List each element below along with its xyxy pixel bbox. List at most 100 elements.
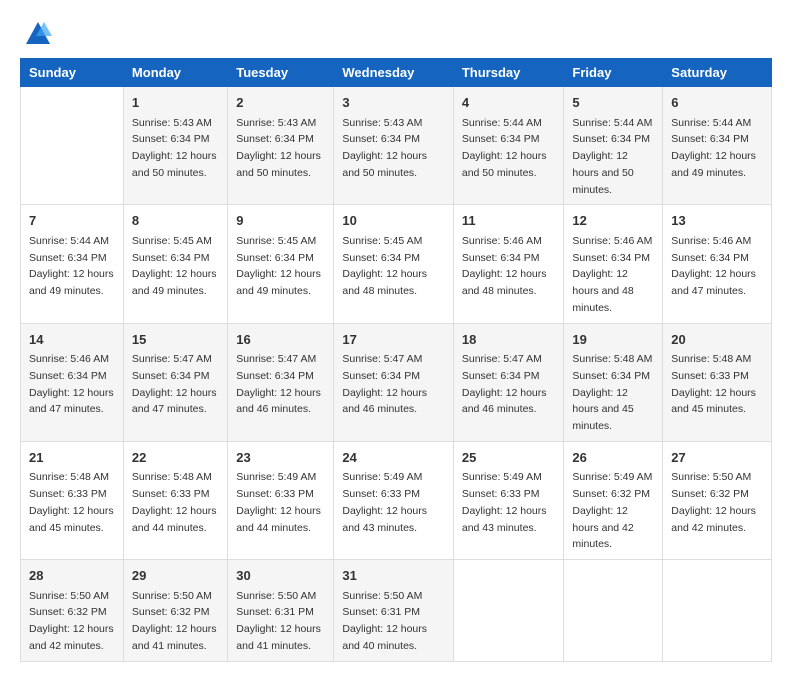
sunset-text: Sunset: 6:34 PM bbox=[572, 133, 650, 145]
calendar-cell: 3 Sunrise: 5:43 AM Sunset: 6:34 PM Dayli… bbox=[334, 87, 454, 205]
day-number: 26 bbox=[572, 448, 654, 468]
day-number: 29 bbox=[132, 566, 219, 586]
sunset-text: Sunset: 6:34 PM bbox=[462, 252, 540, 264]
daylight-text: Daylight: 12 hours and 45 minutes. bbox=[572, 387, 633, 433]
calendar-cell bbox=[453, 560, 564, 662]
daylight-text: Daylight: 12 hours and 47 minutes. bbox=[132, 387, 217, 416]
sunrise-text: Sunrise: 5:46 AM bbox=[29, 353, 109, 365]
daylight-text: Daylight: 12 hours and 43 minutes. bbox=[342, 505, 427, 534]
calendar-table: SundayMondayTuesdayWednesdayThursdayFrid… bbox=[20, 58, 772, 662]
day-number: 3 bbox=[342, 93, 445, 113]
calendar-cell: 9 Sunrise: 5:45 AM Sunset: 6:34 PM Dayli… bbox=[228, 205, 334, 323]
sunrise-text: Sunrise: 5:50 AM bbox=[236, 590, 316, 602]
sunrise-text: Sunrise: 5:48 AM bbox=[572, 353, 652, 365]
daylight-text: Daylight: 12 hours and 50 minutes. bbox=[342, 150, 427, 179]
daylight-text: Daylight: 12 hours and 50 minutes. bbox=[132, 150, 217, 179]
daylight-text: Daylight: 12 hours and 46 minutes. bbox=[462, 387, 547, 416]
daylight-text: Daylight: 12 hours and 48 minutes. bbox=[342, 268, 427, 297]
calendar-week-row: 21 Sunrise: 5:48 AM Sunset: 6:33 PM Dayl… bbox=[21, 441, 772, 559]
sunrise-text: Sunrise: 5:46 AM bbox=[462, 235, 542, 247]
sunset-text: Sunset: 6:34 PM bbox=[29, 252, 107, 264]
calendar-cell: 15 Sunrise: 5:47 AM Sunset: 6:34 PM Dayl… bbox=[123, 323, 227, 441]
sunrise-text: Sunrise: 5:44 AM bbox=[671, 117, 751, 129]
calendar-week-row: 7 Sunrise: 5:44 AM Sunset: 6:34 PM Dayli… bbox=[21, 205, 772, 323]
calendar-cell: 12 Sunrise: 5:46 AM Sunset: 6:34 PM Dayl… bbox=[564, 205, 663, 323]
daylight-text: Daylight: 12 hours and 47 minutes. bbox=[671, 268, 756, 297]
daylight-text: Daylight: 12 hours and 47 minutes. bbox=[29, 387, 114, 416]
daylight-text: Daylight: 12 hours and 49 minutes. bbox=[29, 268, 114, 297]
sunset-text: Sunset: 6:34 PM bbox=[132, 133, 210, 145]
sunrise-text: Sunrise: 5:45 AM bbox=[236, 235, 316, 247]
daylight-text: Daylight: 12 hours and 50 minutes. bbox=[572, 150, 633, 196]
sunrise-text: Sunrise: 5:49 AM bbox=[462, 471, 542, 483]
logo bbox=[20, 20, 52, 48]
sunset-text: Sunset: 6:34 PM bbox=[132, 370, 210, 382]
sunset-text: Sunset: 6:33 PM bbox=[236, 488, 314, 500]
sunset-text: Sunset: 6:32 PM bbox=[132, 606, 210, 618]
calendar-cell: 6 Sunrise: 5:44 AM Sunset: 6:34 PM Dayli… bbox=[663, 87, 772, 205]
sunrise-text: Sunrise: 5:48 AM bbox=[132, 471, 212, 483]
sunrise-text: Sunrise: 5:43 AM bbox=[236, 117, 316, 129]
calendar-cell: 18 Sunrise: 5:47 AM Sunset: 6:34 PM Dayl… bbox=[453, 323, 564, 441]
header-thursday: Thursday bbox=[453, 59, 564, 87]
calendar-cell: 31 Sunrise: 5:50 AM Sunset: 6:31 PM Dayl… bbox=[334, 560, 454, 662]
daylight-text: Daylight: 12 hours and 44 minutes. bbox=[236, 505, 321, 534]
daylight-text: Daylight: 12 hours and 42 minutes. bbox=[671, 505, 756, 534]
day-number: 30 bbox=[236, 566, 325, 586]
daylight-text: Daylight: 12 hours and 49 minutes. bbox=[132, 268, 217, 297]
sunset-text: Sunset: 6:34 PM bbox=[236, 133, 314, 145]
day-number: 23 bbox=[236, 448, 325, 468]
calendar-week-row: 1 Sunrise: 5:43 AM Sunset: 6:34 PM Dayli… bbox=[21, 87, 772, 205]
sunset-text: Sunset: 6:34 PM bbox=[462, 133, 540, 145]
sunset-text: Sunset: 6:32 PM bbox=[29, 606, 107, 618]
calendar-cell: 24 Sunrise: 5:49 AM Sunset: 6:33 PM Dayl… bbox=[334, 441, 454, 559]
sunset-text: Sunset: 6:34 PM bbox=[342, 252, 420, 264]
sunrise-text: Sunrise: 5:47 AM bbox=[132, 353, 212, 365]
day-number: 10 bbox=[342, 211, 445, 231]
day-number: 21 bbox=[29, 448, 115, 468]
calendar-cell: 4 Sunrise: 5:44 AM Sunset: 6:34 PM Dayli… bbox=[453, 87, 564, 205]
calendar-cell: 23 Sunrise: 5:49 AM Sunset: 6:33 PM Dayl… bbox=[228, 441, 334, 559]
sunset-text: Sunset: 6:32 PM bbox=[572, 488, 650, 500]
sunrise-text: Sunrise: 5:50 AM bbox=[132, 590, 212, 602]
calendar-cell bbox=[564, 560, 663, 662]
calendar-cell: 21 Sunrise: 5:48 AM Sunset: 6:33 PM Dayl… bbox=[21, 441, 124, 559]
sunrise-text: Sunrise: 5:49 AM bbox=[236, 471, 316, 483]
calendar-cell: 8 Sunrise: 5:45 AM Sunset: 6:34 PM Dayli… bbox=[123, 205, 227, 323]
sunrise-text: Sunrise: 5:48 AM bbox=[29, 471, 109, 483]
day-number: 20 bbox=[671, 330, 763, 350]
sunset-text: Sunset: 6:33 PM bbox=[671, 370, 749, 382]
sunset-text: Sunset: 6:34 PM bbox=[29, 370, 107, 382]
daylight-text: Daylight: 12 hours and 49 minutes. bbox=[671, 150, 756, 179]
sunrise-text: Sunrise: 5:50 AM bbox=[671, 471, 751, 483]
calendar-header-row: SundayMondayTuesdayWednesdayThursdayFrid… bbox=[21, 59, 772, 87]
day-number: 16 bbox=[236, 330, 325, 350]
daylight-text: Daylight: 12 hours and 41 minutes. bbox=[132, 623, 217, 652]
header-friday: Friday bbox=[564, 59, 663, 87]
sunrise-text: Sunrise: 5:50 AM bbox=[342, 590, 422, 602]
calendar-cell: 11 Sunrise: 5:46 AM Sunset: 6:34 PM Dayl… bbox=[453, 205, 564, 323]
sunrise-text: Sunrise: 5:48 AM bbox=[671, 353, 751, 365]
sunset-text: Sunset: 6:33 PM bbox=[29, 488, 107, 500]
sunrise-text: Sunrise: 5:44 AM bbox=[462, 117, 542, 129]
calendar-cell bbox=[663, 560, 772, 662]
day-number: 19 bbox=[572, 330, 654, 350]
calendar-cell: 30 Sunrise: 5:50 AM Sunset: 6:31 PM Dayl… bbox=[228, 560, 334, 662]
calendar-cell: 17 Sunrise: 5:47 AM Sunset: 6:34 PM Dayl… bbox=[334, 323, 454, 441]
sunrise-text: Sunrise: 5:49 AM bbox=[572, 471, 652, 483]
calendar-cell bbox=[21, 87, 124, 205]
sunset-text: Sunset: 6:34 PM bbox=[236, 252, 314, 264]
day-number: 18 bbox=[462, 330, 556, 350]
sunrise-text: Sunrise: 5:43 AM bbox=[342, 117, 422, 129]
day-number: 1 bbox=[132, 93, 219, 113]
calendar-cell: 28 Sunrise: 5:50 AM Sunset: 6:32 PM Dayl… bbox=[21, 560, 124, 662]
sunrise-text: Sunrise: 5:50 AM bbox=[29, 590, 109, 602]
daylight-text: Daylight: 12 hours and 45 minutes. bbox=[671, 387, 756, 416]
sunrise-text: Sunrise: 5:46 AM bbox=[671, 235, 751, 247]
logo-icon bbox=[24, 20, 52, 48]
day-number: 13 bbox=[671, 211, 763, 231]
header-tuesday: Tuesday bbox=[228, 59, 334, 87]
daylight-text: Daylight: 12 hours and 43 minutes. bbox=[462, 505, 547, 534]
calendar-cell: 29 Sunrise: 5:50 AM Sunset: 6:32 PM Dayl… bbox=[123, 560, 227, 662]
calendar-week-row: 14 Sunrise: 5:46 AM Sunset: 6:34 PM Dayl… bbox=[21, 323, 772, 441]
